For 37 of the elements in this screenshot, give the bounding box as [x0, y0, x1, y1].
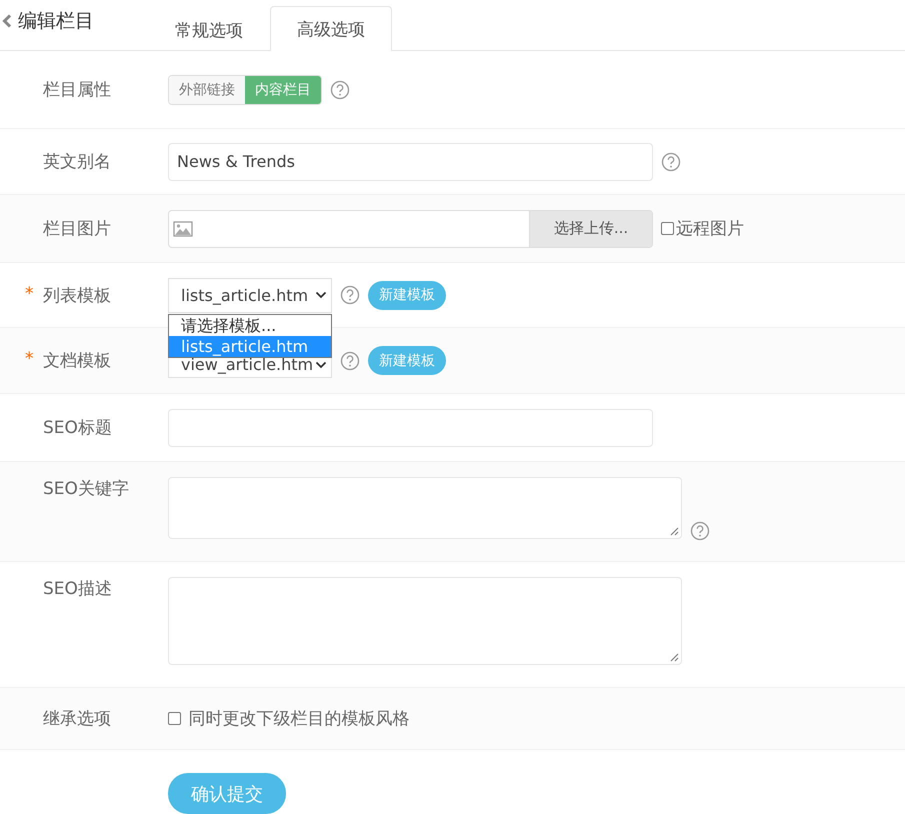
checkbox[interactable] — [168, 712, 181, 725]
back-icon[interactable] — [2, 14, 12, 28]
help-icon[interactable] — [330, 80, 350, 100]
checkbox[interactable] — [661, 222, 674, 235]
field-label: 继承选项 — [43, 708, 111, 730]
field-label: 列表模板 — [43, 284, 111, 306]
help-icon[interactable] — [340, 285, 360, 305]
help-icon[interactable] — [661, 152, 681, 172]
tab[interactable]: 常规选项 — [148, 8, 270, 51]
image-icon — [173, 220, 193, 236]
help-icon[interactable] — [340, 350, 360, 370]
resize-grip-icon[interactable] — [670, 653, 679, 662]
field-label: 栏目图片 — [43, 218, 111, 240]
field-label: 英文别名 — [43, 151, 111, 173]
text-field[interactable]: News & Trends — [168, 142, 653, 180]
field-label: SEO描述 — [43, 578, 112, 600]
field-label: SEO标题 — [43, 417, 112, 439]
select-field[interactable]: lists_article.htm — [168, 278, 332, 312]
tab[interactable]: 高级选项 — [270, 6, 392, 51]
dropdown-option[interactable]: 请选择模板... — [169, 315, 331, 336]
toggle-option[interactable]: 外部链接 — [169, 76, 245, 104]
required-mark: * — [25, 349, 34, 369]
field-label: SEO关键字 — [43, 478, 129, 500]
field-label: 栏目属性 — [43, 79, 111, 101]
dropdown-option[interactable]: lists_article.htm — [169, 336, 331, 357]
caret-icon — [315, 291, 327, 299]
checkbox-label: 远程图片 — [676, 218, 744, 240]
caret-icon — [315, 361, 327, 369]
field-label: 文档模板 — [43, 350, 111, 372]
checkbox-label: 同时更改下级栏目的模板风格 — [187, 708, 410, 730]
text-field[interactable] — [168, 408, 653, 446]
resize-grip-icon[interactable] — [670, 527, 679, 536]
upload-button[interactable]: 选择上传... — [529, 210, 652, 246]
help-icon[interactable] — [690, 521, 710, 541]
page-title: 编辑栏目 — [18, 9, 94, 34]
required-mark: * — [25, 284, 34, 304]
image-upload-field[interactable]: 选择上传... — [168, 210, 653, 248]
